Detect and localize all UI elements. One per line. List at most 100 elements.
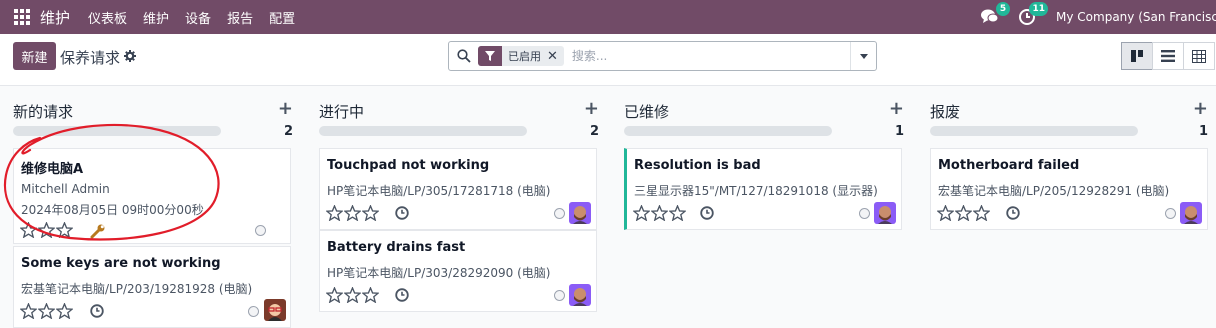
column-count: 2 bbox=[589, 124, 599, 139]
priority-stars[interactable] bbox=[937, 205, 991, 221]
pivot-view-button[interactable] bbox=[1183, 42, 1215, 70]
star-icon[interactable] bbox=[344, 287, 361, 303]
avatar[interactable] bbox=[569, 284, 591, 306]
kanban-view-button[interactable] bbox=[1121, 42, 1153, 70]
kanban-card[interactable]: Motherboard failed 宏基笔记本电脑/LP/205/129282… bbox=[930, 148, 1208, 230]
kanban-state-dot[interactable] bbox=[1165, 208, 1176, 219]
kanban-card[interactable]: Battery drains fast HP笔记本电脑/LP/303/28292… bbox=[319, 230, 597, 312]
priority-stars[interactable] bbox=[633, 205, 687, 221]
avatar[interactable] bbox=[569, 202, 591, 224]
search-options-toggle[interactable] bbox=[850, 42, 876, 70]
messages-badge: 5 bbox=[996, 2, 1011, 16]
star-icon[interactable] bbox=[669, 205, 686, 221]
kanban-icon bbox=[1131, 50, 1143, 62]
column-add-icon[interactable]: + bbox=[584, 98, 599, 119]
kanban-state-dot[interactable] bbox=[248, 306, 259, 317]
avatar[interactable] bbox=[874, 202, 896, 224]
kanban-state-dot[interactable] bbox=[859, 208, 870, 219]
column-progress-bar[interactable] bbox=[624, 126, 832, 136]
list-view-button[interactable] bbox=[1152, 42, 1184, 70]
priority-stars[interactable] bbox=[326, 205, 380, 221]
kanban-state-dot[interactable] bbox=[554, 208, 565, 219]
column-title: 报废 bbox=[930, 103, 961, 121]
star-icon[interactable] bbox=[20, 222, 37, 238]
card-equipment: HP笔记本电脑/LP/305/17281718 (电脑) bbox=[327, 184, 551, 198]
clock-icon[interactable] bbox=[1006, 206, 1020, 220]
star-icon[interactable] bbox=[326, 287, 343, 303]
view-switcher bbox=[1121, 42, 1215, 70]
avatar[interactable] bbox=[264, 299, 286, 321]
search-input[interactable] bbox=[571, 49, 832, 63]
column-title: 进行中 bbox=[319, 103, 365, 121]
kanban-state-dot[interactable] bbox=[554, 290, 565, 301]
card-title: Motherboard failed bbox=[938, 158, 1080, 173]
kanban-card[interactable]: Some keys are not working 宏基笔记本电脑/LP/203… bbox=[13, 246, 291, 328]
menu-configuration[interactable]: 配置 bbox=[269, 8, 295, 27]
star-icon[interactable] bbox=[362, 205, 379, 221]
user-avatar-icon bbox=[1180, 202, 1202, 224]
activities-button[interactable]: 11 bbox=[1018, 2, 1049, 26]
apps-grid-icon[interactable] bbox=[14, 9, 30, 25]
filter-facet: 已启用 ✕ bbox=[478, 46, 564, 66]
column-count: 1 bbox=[894, 124, 904, 139]
user-avatar-icon bbox=[569, 284, 591, 306]
star-icon[interactable] bbox=[344, 205, 361, 221]
avatar[interactable] bbox=[1180, 202, 1202, 224]
card-title: Some keys are not working bbox=[21, 256, 221, 271]
kanban-card[interactable]: Resolution is bad 三星显示器15"/MT/127/182910… bbox=[624, 148, 902, 230]
star-icon[interactable] bbox=[362, 287, 379, 303]
wrench-icon[interactable] bbox=[90, 223, 106, 239]
card-title: 维修电脑A bbox=[21, 162, 84, 177]
menu-equipment[interactable]: 设备 bbox=[185, 8, 211, 27]
star-icon[interactable] bbox=[38, 303, 55, 319]
app-brand[interactable]: 维护 bbox=[40, 7, 70, 28]
column-add-icon[interactable]: + bbox=[1193, 98, 1208, 119]
gear-icon[interactable] bbox=[124, 50, 136, 62]
clock-icon[interactable] bbox=[395, 206, 409, 220]
page-title: 保养请求 bbox=[60, 49, 121, 67]
search-bar: 已启用 ✕ bbox=[448, 41, 877, 71]
filter-icon bbox=[478, 46, 502, 66]
star-icon[interactable] bbox=[937, 205, 954, 221]
star-icon[interactable] bbox=[651, 205, 668, 221]
kanban-state-dot[interactable] bbox=[255, 225, 266, 236]
priority-stars[interactable] bbox=[20, 303, 74, 319]
facet-remove-icon[interactable]: ✕ bbox=[547, 49, 564, 64]
star-icon[interactable] bbox=[56, 303, 73, 319]
column-progress-bar[interactable] bbox=[319, 126, 527, 136]
kanban-card[interactable]: 维修电脑A Mitchell Admin 2024年08月05日 09时00分0… bbox=[13, 148, 291, 244]
star-icon[interactable] bbox=[56, 222, 73, 238]
menu-maintenance[interactable]: 维护 bbox=[143, 8, 169, 27]
clock-icon[interactable] bbox=[90, 304, 104, 318]
menu-dashboard[interactable]: 仪表板 bbox=[88, 8, 127, 27]
star-icon[interactable] bbox=[38, 222, 55, 238]
star-icon[interactable] bbox=[633, 205, 650, 221]
card-equipment: HP笔记本电脑/LP/303/28292090 (电脑) bbox=[327, 266, 551, 280]
clock-icon[interactable] bbox=[395, 288, 409, 302]
facet-label: 已启用 bbox=[508, 50, 541, 63]
card-title: Resolution is bad bbox=[634, 158, 761, 173]
priority-stars[interactable] bbox=[20, 222, 74, 238]
messages-button[interactable]: 5 bbox=[980, 2, 1011, 26]
card-equipment: 宏基笔记本电脑/LP/205/12928291 (电脑) bbox=[938, 184, 1170, 198]
company-switcher[interactable]: My Company (San Francisco) bbox=[1056, 10, 1216, 24]
table-icon bbox=[1192, 49, 1206, 63]
user-avatar-icon bbox=[264, 299, 286, 321]
column-add-icon[interactable]: + bbox=[889, 98, 904, 119]
column-progress-bar[interactable] bbox=[930, 126, 1138, 136]
star-icon[interactable] bbox=[326, 205, 343, 221]
star-icon[interactable] bbox=[20, 303, 37, 319]
column-count: 1 bbox=[1198, 124, 1208, 139]
clock-icon[interactable] bbox=[700, 206, 714, 220]
menu-reporting[interactable]: 报告 bbox=[227, 8, 253, 27]
priority-stars[interactable] bbox=[326, 287, 380, 303]
star-icon[interactable] bbox=[973, 205, 990, 221]
column-add-icon[interactable]: + bbox=[278, 98, 293, 119]
column-progress-bar[interactable] bbox=[13, 126, 221, 136]
top-navbar: 维护 仪表板 维护 设备 报告 配置 5 11 My Company (San … bbox=[0, 0, 1216, 34]
kanban-card[interactable]: Touchpad not working HP笔记本电脑/LP/305/1728… bbox=[319, 148, 597, 230]
new-button[interactable]: 新建 bbox=[13, 42, 56, 70]
column-title: 新的请求 bbox=[13, 103, 74, 121]
star-icon[interactable] bbox=[955, 205, 972, 221]
column-title: 已维修 bbox=[624, 103, 670, 121]
